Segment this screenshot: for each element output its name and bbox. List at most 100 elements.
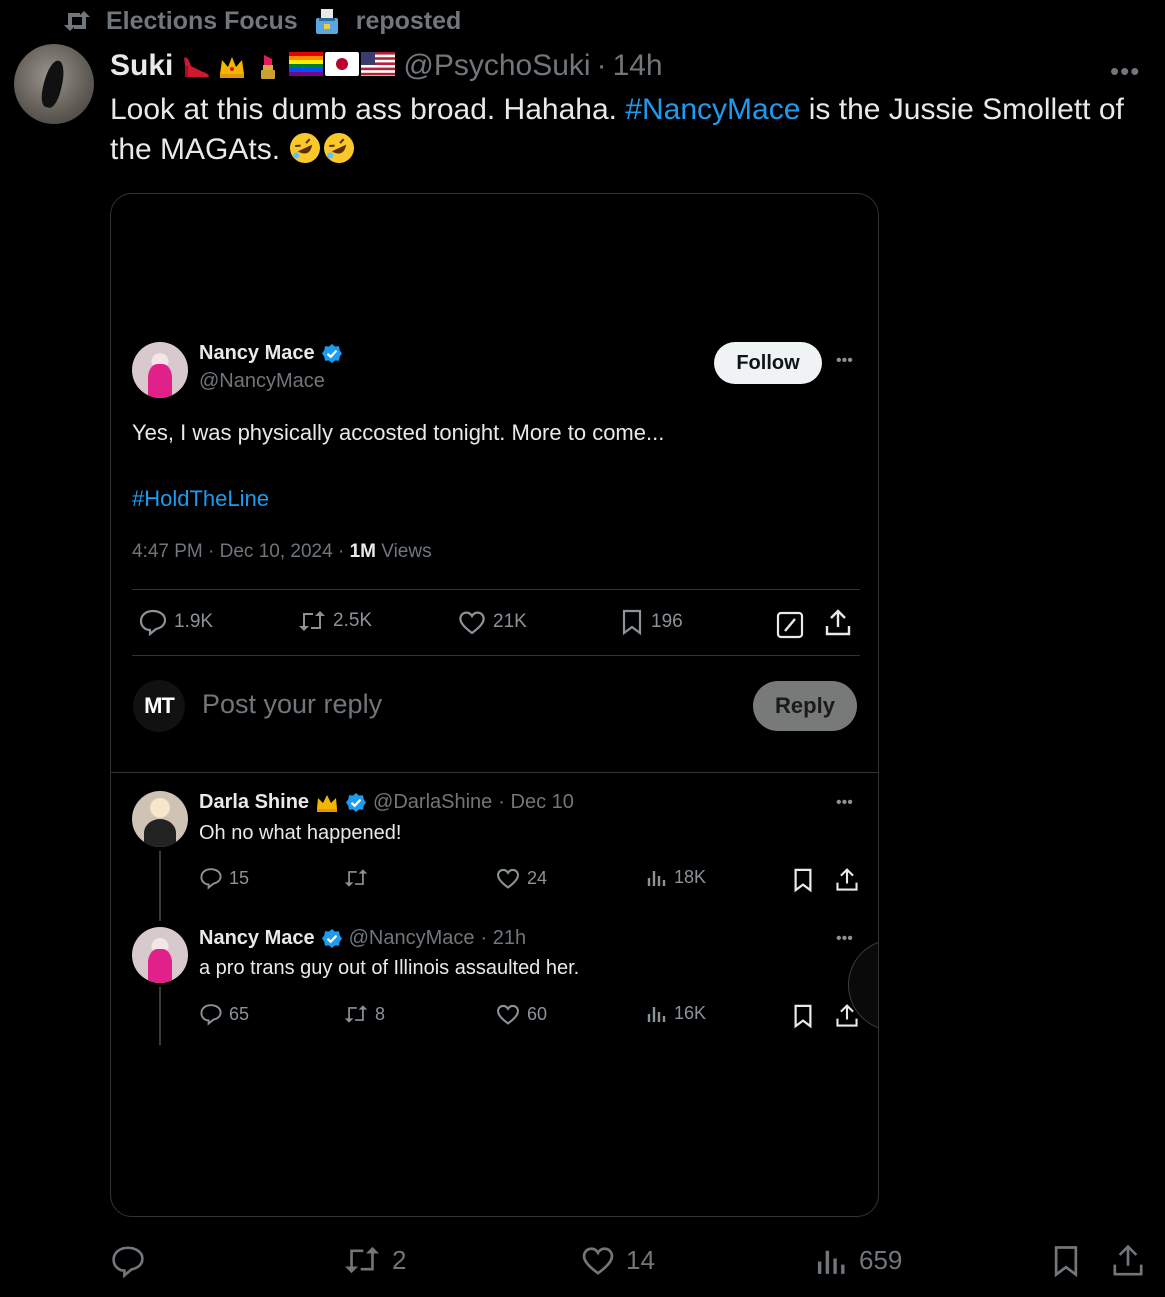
reply-views-stat[interactable]: 18K: [646, 866, 706, 888]
reply-replies-stat[interactable]: 15: [199, 866, 249, 890]
reply-time[interactable]: · Dec 10: [498, 791, 574, 814]
high-heel-icon: [181, 52, 211, 80]
reply-likes-stat[interactable]: 24: [495, 866, 547, 890]
grok-icon[interactable]: [775, 610, 805, 640]
embedded-repost-count: 2.5K: [333, 610, 373, 631]
embedded-reply-stat[interactable]: 1.9K: [138, 608, 213, 636]
embedded-like-stat[interactable]: 21K: [457, 608, 527, 636]
reply-button[interactable]: Reply: [753, 681, 857, 731]
thread-line: [159, 851, 161, 921]
reply-likes-count: 60: [527, 1003, 548, 1024]
reply-replies-count: 65: [229, 1003, 250, 1024]
share-icon[interactable]: [834, 867, 860, 893]
crown-icon: [217, 52, 247, 80]
views-icon: [646, 1002, 668, 1024]
views-icon: [815, 1243, 849, 1277]
embedded-repost-stat[interactable]: 2.5K: [297, 608, 372, 634]
share-icon[interactable]: [1110, 1243, 1146, 1279]
verified-badge-icon: [345, 792, 367, 814]
reply-action[interactable]: [110, 1243, 156, 1279]
author-name[interactable]: Suki: [110, 49, 173, 83]
reply-header: Darla Shine @DarlaShine · Dec 10: [199, 791, 574, 814]
reply-likes-stat[interactable]: 60: [495, 1002, 547, 1026]
embedded-timestamp-row: 4:47 PM · Dec 10, 2024 · 1M Views: [132, 541, 432, 563]
divider: [132, 655, 860, 656]
embedded-author-handle[interactable]: @NancyMace: [199, 370, 325, 393]
embedded-views-label: Views: [375, 541, 432, 562]
reply-author-name[interactable]: Darla Shine: [199, 791, 309, 814]
tweet-text: Look at this dumb ass broad. Hahaha. #Na…: [110, 90, 1140, 170]
repost-icon: [343, 1002, 369, 1026]
reply-replies-count: 15: [229, 867, 250, 888]
reply-author-name[interactable]: Nancy Mace: [199, 927, 315, 950]
reply-avatar[interactable]: [132, 927, 188, 983]
reply-icon: [110, 1243, 146, 1279]
embedded-author-name[interactable]: Nancy Mace: [199, 342, 315, 365]
embedded-author-row: Nancy Mace: [199, 342, 343, 365]
hashtag-link[interactable]: #NancyMace: [625, 93, 800, 126]
us-flag-icon: [361, 52, 396, 80]
embedded-reply-count: 1.9K: [174, 611, 214, 632]
reply-time[interactable]: · 21h: [481, 927, 527, 950]
views-count: 659: [859, 1244, 903, 1275]
embedded-like-count: 21K: [493, 611, 527, 632]
reply-icon: [199, 1002, 223, 1026]
bookmark-icon: [619, 608, 645, 636]
crown-icon: [315, 792, 339, 814]
follow-button[interactable]: Follow: [714, 342, 822, 384]
reply-more-icon[interactable]: •••: [836, 930, 853, 948]
repost-count: 2: [392, 1244, 407, 1275]
reply-text: a pro trans guy out of Illinois assaulte…: [199, 957, 580, 979]
author-avatar[interactable]: [14, 44, 94, 124]
tweet-time[interactable]: 14h: [613, 49, 663, 83]
reply-input[interactable]: Post your reply: [202, 689, 382, 720]
repost-header: Elections Focus reposted: [62, 6, 461, 36]
share-icon[interactable]: [823, 608, 853, 638]
reply-more-icon[interactable]: •••: [836, 794, 853, 812]
embedded-bookmark-stat[interactable]: 196: [619, 608, 683, 636]
reply-views-stat[interactable]: 16K: [646, 1002, 706, 1024]
tweet-header: Suki @PsychoSuki · 14h: [110, 46, 663, 86]
japan-flag-icon: [325, 52, 360, 80]
tweet-text-before: Look at this dumb ass broad. Hahaha.: [110, 93, 626, 126]
bookmark-icon[interactable]: [791, 867, 815, 893]
reply-reposts-count: 8: [375, 1003, 386, 1024]
like-action[interactable]: 14: [580, 1243, 655, 1277]
reply-header: Nancy Mace @NancyMace · 21h: [199, 927, 526, 950]
reply-likes-count: 24: [527, 867, 548, 888]
verified-badge-icon: [321, 928, 343, 950]
heart-icon: [457, 608, 487, 636]
reply-reposts-stat[interactable]: 8: [343, 1002, 385, 1026]
views-action[interactable]: 659: [815, 1243, 902, 1277]
embedded-more-icon[interactable]: •••: [836, 352, 853, 370]
embedded-hashtag[interactable]: #HoldTheLine: [132, 486, 269, 512]
embedded-tweet-text: Yes, I was physically accosted tonight. …: [132, 420, 665, 445]
author-handle[interactable]: @PsychoSuki: [403, 49, 590, 83]
repost-icon: [343, 866, 369, 890]
heart-icon: [580, 1243, 616, 1277]
repost-action[interactable]: 2: [342, 1243, 406, 1277]
views-icon: [646, 866, 668, 888]
thread-line: [159, 987, 161, 1045]
divider: [132, 589, 860, 590]
embedded-author-avatar[interactable]: [132, 342, 188, 398]
divider: [111, 772, 878, 773]
reply-reposts-stat[interactable]: [343, 866, 375, 890]
reply-author-handle[interactable]: @NancyMace: [349, 927, 475, 950]
reposter-name[interactable]: Elections Focus: [106, 7, 298, 36]
embedded-image[interactable]: Nancy Mace @NancyMace Follow ••• Yes, I …: [110, 193, 879, 1217]
reply-composer-avatar[interactable]: MT: [133, 680, 185, 732]
reply-views-count: 18K: [674, 866, 707, 887]
reply-avatar[interactable]: [132, 791, 188, 847]
bookmark-icon[interactable]: [791, 1003, 815, 1029]
ballot-box-icon: [312, 6, 342, 36]
repost-icon: [297, 608, 327, 634]
reply-author-handle[interactable]: @DarlaShine: [373, 791, 492, 814]
reply-icon: [199, 866, 223, 890]
bookmark-icon[interactable]: [1050, 1243, 1082, 1279]
embedded-views-count: 1M: [349, 541, 376, 562]
rofl-emoji-icon: [322, 131, 356, 165]
more-options-icon[interactable]: •••: [1110, 56, 1140, 87]
reply-icon: [138, 608, 168, 636]
reply-replies-stat[interactable]: 65: [199, 1002, 249, 1026]
